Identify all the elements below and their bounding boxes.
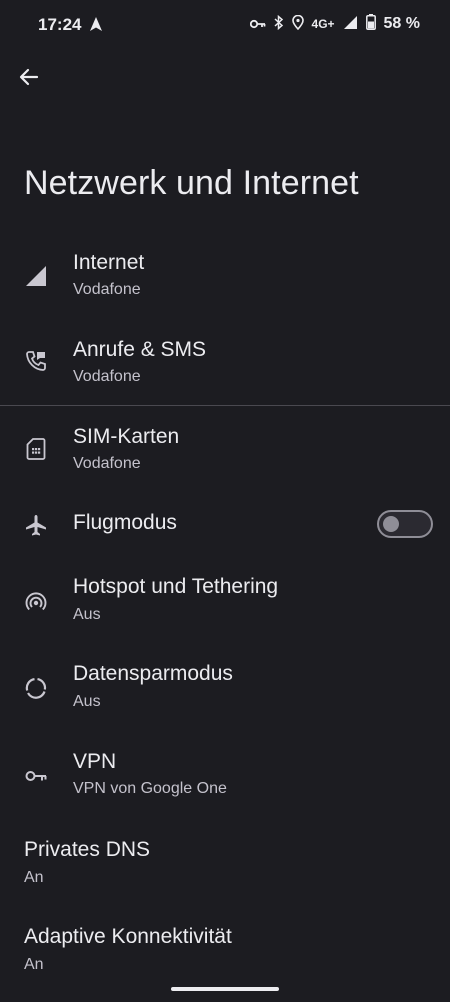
location-icon — [291, 14, 304, 34]
item-subtitle: Vodafone — [73, 368, 141, 385]
cell-signal-icon — [24, 264, 48, 288]
settings-item-hotspot[interactable]: Hotspot und Tethering Aus — [0, 563, 450, 649]
item-subtitle: Vodafone — [73, 455, 141, 472]
data-saver-icon — [24, 676, 48, 700]
arrow-back-icon — [19, 67, 39, 92]
status-time: 17:24 — [38, 15, 82, 34]
settings-item-calls-sms[interactable]: Anrufe & SMS Vodafone — [0, 325, 450, 405]
status-bar: 17:24 4G+ 58 % — [0, 0, 450, 50]
phone-sms-icon — [24, 349, 48, 373]
status-icons: 4G+ 58 % — [249, 14, 420, 34]
item-title: Datensparmodus — [73, 662, 233, 685]
settings-item-private-dns[interactable]: Privates DNS An — [0, 825, 450, 911]
bluetooth-icon — [274, 14, 284, 34]
item-subtitle: An — [24, 956, 44, 973]
settings-item-internet[interactable]: Internet Vodafone — [0, 238, 450, 324]
airplane-mode-toggle[interactable] — [377, 510, 433, 538]
item-subtitle: An — [24, 869, 44, 886]
battery-level: 58 % — [383, 15, 420, 32]
page-title: Netzwerk und Internet — [24, 164, 359, 202]
back-button[interactable] — [14, 64, 44, 94]
item-title: Internet — [73, 251, 145, 274]
item-subtitle: Aus — [73, 693, 101, 710]
item-title: Privates DNS — [24, 838, 151, 861]
network-type: 4G+ — [311, 17, 335, 31]
item-title: Hotspot und Tethering — [73, 575, 279, 598]
toggle-knob — [383, 516, 399, 532]
settings-item-airplane-mode[interactable]: Flugmodus — [0, 500, 450, 550]
settings-item-sim-cards[interactable]: SIM-Karten Vodafone — [0, 413, 450, 499]
item-title: Adaptive Konnektivität — [24, 925, 232, 948]
item-subtitle: Vodafone — [73, 281, 141, 298]
settings-item-vpn[interactable]: VPN VPN von Google One — [0, 738, 450, 824]
home-indicator[interactable] — [171, 987, 279, 991]
item-title: SIM-Karten — [73, 425, 180, 448]
item-subtitle: VPN von Google One — [73, 780, 227, 797]
hotspot-icon — [24, 589, 48, 613]
vpn-key-icon — [249, 16, 266, 33]
item-subtitle: Aus — [73, 606, 101, 623]
item-title: Anrufe & SMS — [73, 338, 207, 361]
vpn-key-icon — [24, 764, 48, 788]
airplane-icon — [24, 513, 48, 537]
sim-card-icon — [24, 437, 48, 461]
battery-icon — [365, 14, 376, 34]
signal-icon — [343, 15, 358, 34]
navigation-icon — [88, 16, 104, 37]
item-title: Flugmodus — [73, 511, 177, 534]
section-divider — [0, 405, 450, 406]
item-title: VPN — [73, 750, 117, 773]
settings-item-data-saver[interactable]: Datensparmodus Aus — [0, 650, 450, 736]
settings-item-adaptive-connectivity[interactable]: Adaptive Konnektivität An — [0, 913, 450, 987]
